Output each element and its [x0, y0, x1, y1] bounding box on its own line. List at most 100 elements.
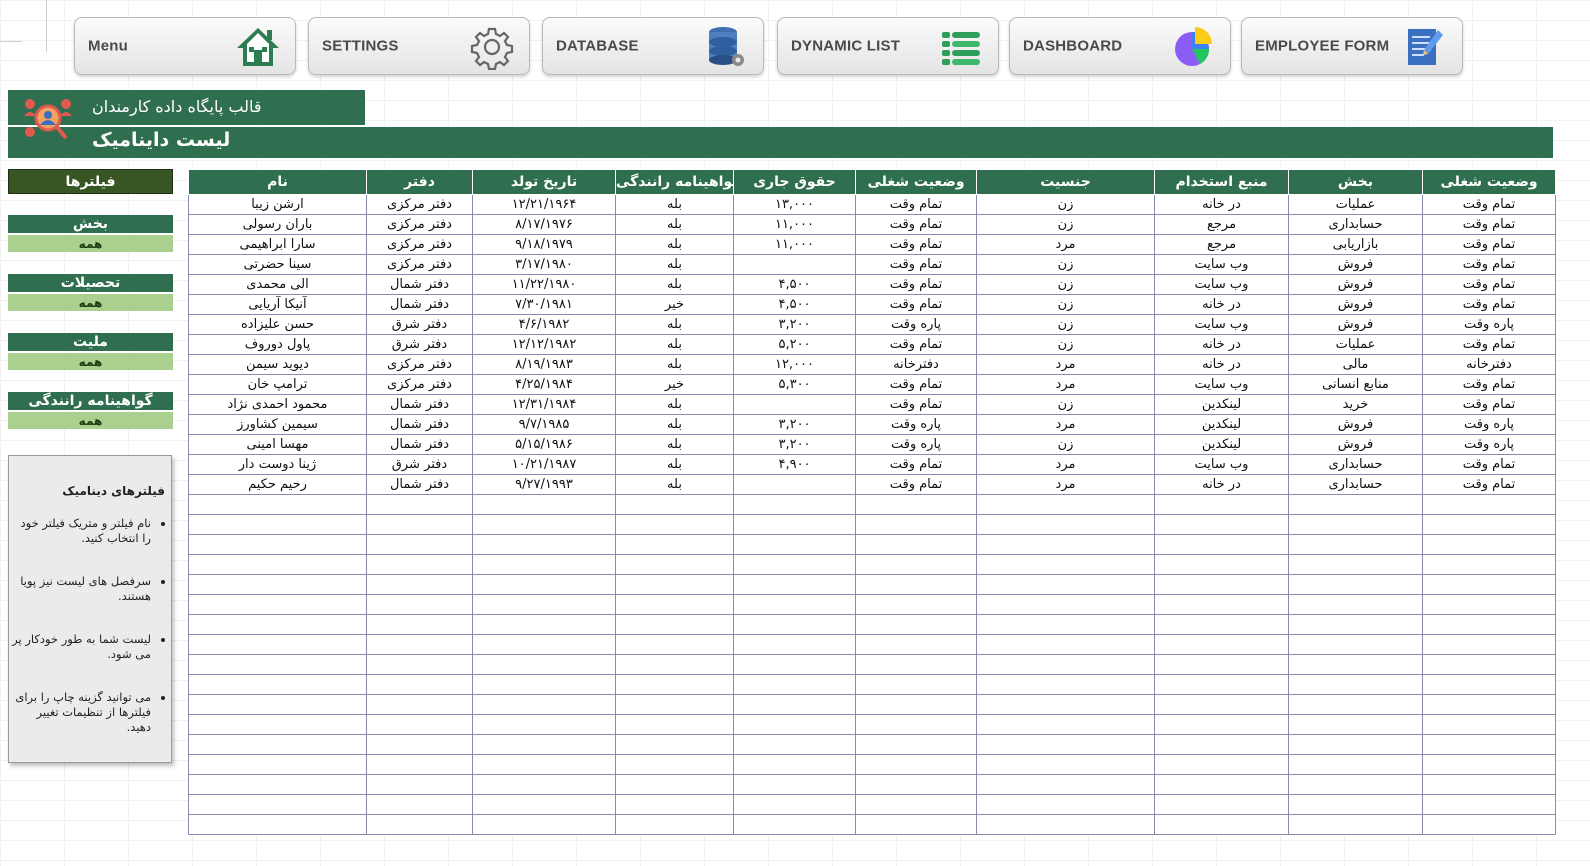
cell-job-status[interactable] — [1422, 654, 1556, 675]
cell-license[interactable] — [615, 614, 734, 635]
cell-hiring-source[interactable]: وب سایت — [1154, 254, 1289, 275]
cell-birthdate[interactable]: ۱۰/۲۱/۱۹۸۷ — [472, 454, 616, 475]
cell-salary[interactable] — [733, 594, 856, 615]
cell-gender[interactable] — [976, 654, 1155, 675]
cell-birthdate[interactable]: ۹/۱۸/۱۹۷۹ — [472, 234, 616, 255]
cell-birthdate[interactable] — [472, 754, 616, 775]
cell-salary[interactable] — [733, 254, 856, 275]
cell-department[interactable] — [1288, 494, 1423, 515]
cell-birthdate[interactable]: ۹/۷/۱۹۸۵ — [472, 414, 616, 435]
cell-hiring-source[interactable] — [1154, 754, 1289, 775]
cell-department[interactable]: فروش — [1288, 294, 1423, 315]
cell-gender[interactable] — [976, 534, 1155, 555]
cell-job-status[interactable] — [1422, 774, 1556, 795]
cell-employment-status[interactable] — [855, 614, 977, 635]
cell-gender[interactable] — [976, 574, 1155, 595]
cell-employment-status[interactable]: تمام وقت — [855, 234, 977, 255]
cell-hiring-source[interactable] — [1154, 594, 1289, 615]
cell-hiring-source[interactable] — [1154, 774, 1289, 795]
cell-gender[interactable]: زن — [976, 294, 1155, 315]
cell-birthdate[interactable]: ۸/۱۷/۱۹۷۶ — [472, 214, 616, 235]
cell-hiring-source[interactable] — [1154, 794, 1289, 815]
cell-employment-status[interactable]: تمام وقت — [855, 474, 977, 495]
cell-job-status[interactable] — [1422, 614, 1556, 635]
cell-license[interactable] — [615, 814, 734, 835]
cell-license[interactable]: خیر — [615, 374, 734, 395]
cell-name[interactable] — [188, 714, 367, 735]
cell-salary[interactable] — [733, 554, 856, 575]
col-header-gender[interactable]: جنسیت — [976, 169, 1155, 195]
cell-license[interactable]: بله — [615, 474, 734, 495]
cell-employment-status[interactable]: تمام وقت — [855, 454, 977, 475]
cell-job-status[interactable]: تمام وقت — [1422, 374, 1556, 395]
cell-department[interactable] — [1288, 774, 1423, 795]
cell-license[interactable] — [615, 494, 734, 515]
cell-birthdate[interactable] — [472, 494, 616, 515]
cell-job-status[interactable] — [1422, 534, 1556, 555]
cell-license[interactable]: بله — [615, 354, 734, 375]
cell-salary[interactable]: ۱۱,۰۰۰ — [733, 234, 856, 255]
cell-salary[interactable]: ۱۳,۰۰۰ — [733, 194, 856, 215]
cell-hiring-source[interactable] — [1154, 554, 1289, 575]
cell-department[interactable] — [1288, 514, 1423, 535]
filter-department-value[interactable]: همه — [8, 235, 173, 252]
cell-job-status[interactable] — [1422, 594, 1556, 615]
cell-hiring-source[interactable]: در خانه — [1154, 474, 1289, 495]
cell-department[interactable]: حسابداری — [1288, 454, 1423, 475]
cell-license[interactable] — [615, 634, 734, 655]
cell-employment-status[interactable]: پاره وقت — [855, 314, 977, 335]
cell-department[interactable]: خرید — [1288, 394, 1423, 415]
cell-hiring-source[interactable]: وب سایت — [1154, 274, 1289, 295]
cell-license[interactable] — [615, 734, 734, 755]
cell-job-status[interactable]: تمام وقت — [1422, 394, 1556, 415]
cell-hiring-source[interactable] — [1154, 634, 1289, 655]
cell-hiring-source[interactable]: در خانه — [1154, 354, 1289, 375]
cell-salary[interactable]: ۱۱,۰۰۰ — [733, 214, 856, 235]
cell-job-status[interactable] — [1422, 574, 1556, 595]
cell-office[interactable] — [366, 534, 473, 555]
col-header-license[interactable]: گواهینامه رانندگی — [615, 169, 734, 195]
cell-office[interactable] — [366, 594, 473, 615]
cell-hiring-source[interactable]: لینکدین — [1154, 434, 1289, 455]
cell-name[interactable]: الی محمدی — [188, 274, 367, 295]
cell-license[interactable] — [615, 574, 734, 595]
cell-department[interactable]: فروش — [1288, 414, 1423, 435]
cell-license[interactable]: خیر — [615, 294, 734, 315]
cell-salary[interactable] — [733, 494, 856, 515]
cell-office[interactable]: دفتر شرق — [366, 314, 473, 335]
cell-birthdate[interactable]: ۳/۱۷/۱۹۸۰ — [472, 254, 616, 275]
cell-salary[interactable] — [733, 574, 856, 595]
cell-employment-status[interactable] — [855, 534, 977, 555]
cell-birthdate[interactable] — [472, 654, 616, 675]
cell-employment-status[interactable] — [855, 494, 977, 515]
nav-dynamic-list-button[interactable]: DYNAMIC LIST — [777, 17, 999, 75]
cell-salary[interactable] — [733, 814, 856, 835]
cell-license[interactable] — [615, 514, 734, 535]
cell-name[interactable]: ترامپ خان — [188, 374, 367, 395]
cell-gender[interactable]: زن — [976, 274, 1155, 295]
cell-birthdate[interactable] — [472, 814, 616, 835]
cell-license[interactable]: بله — [615, 414, 734, 435]
cell-job-status[interactable] — [1422, 494, 1556, 515]
cell-employment-status[interactable] — [855, 754, 977, 775]
cell-gender[interactable] — [976, 514, 1155, 535]
cell-job-status[interactable] — [1422, 514, 1556, 535]
cell-employment-status[interactable] — [855, 694, 977, 715]
cell-office[interactable] — [366, 614, 473, 635]
cell-gender[interactable] — [976, 754, 1155, 775]
cell-name[interactable]: سیمین کشاورز — [188, 414, 367, 435]
filter-license-value[interactable]: همه — [8, 412, 173, 429]
nav-employee-form-button[interactable]: EMPLOYEE FORM — [1241, 17, 1463, 75]
cell-hiring-source[interactable] — [1154, 714, 1289, 735]
cell-gender[interactable]: مرد — [976, 234, 1155, 255]
cell-office[interactable]: دفتر شرق — [366, 454, 473, 475]
cell-salary[interactable] — [733, 654, 856, 675]
cell-office[interactable]: دفتر مرکزی — [366, 374, 473, 395]
cell-gender[interactable]: مرد — [976, 474, 1155, 495]
cell-gender[interactable]: زن — [976, 334, 1155, 355]
cell-office[interactable]: دفتر شمال — [366, 414, 473, 435]
cell-salary[interactable]: ۴,۹۰۰ — [733, 454, 856, 475]
cell-birthdate[interactable] — [472, 794, 616, 815]
cell-gender[interactable]: زن — [976, 434, 1155, 455]
cell-salary[interactable] — [733, 714, 856, 735]
